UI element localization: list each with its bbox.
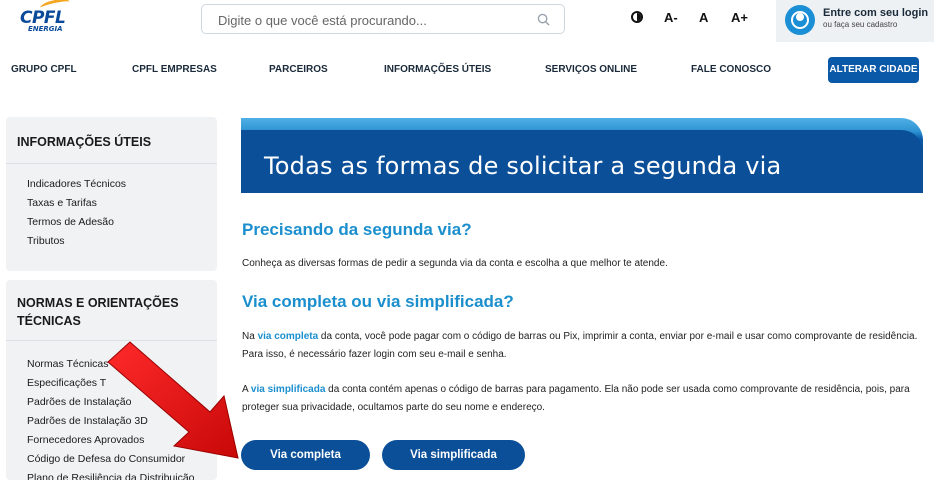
nav-item-servicos-online[interactable]: SERVIÇOS ONLINE — [545, 64, 637, 75]
sidebar-heading-normas-line2: TÉCNICAS — [17, 314, 81, 328]
section-title-via-tipo: Via completa ou via simplificada? — [242, 292, 514, 311]
sidebar-item-indicadores[interactable]: Indicadores Técnicos — [27, 178, 126, 190]
font-increase-button[interactable]: A+ — [731, 10, 748, 28]
login-title: Entre com seu login — [823, 7, 929, 19]
paragraph-via-completa: Na via completa da conta, você pode paga… — [242, 331, 918, 342]
sidebar-item-codigo-defesa[interactable]: Código de Defesa do Consumidor — [27, 453, 185, 465]
nav-item-grupo-cpfl[interactable]: GRUPO CPFL — [11, 64, 77, 75]
search-input[interactable] — [218, 11, 518, 29]
page-title: Todas as formas de solicitar a segunda v… — [264, 152, 782, 180]
sidebar-divider — [6, 163, 217, 164]
via-completa-button[interactable]: Via completa — [241, 440, 370, 470]
page-banner: Todas as formas de solicitar a segunda v… — [241, 118, 923, 193]
sidebar-item-normas-tecnicas[interactable]: Normas Técnicas — [27, 358, 109, 370]
paragraph-via-simplificada: A via simplificada da conta contém apena… — [242, 384, 910, 395]
sidebar-panel-normas: NORMAS E ORIENTAÇÕES TÉCNICAS Normas Téc… — [6, 280, 217, 480]
sidebar-item-padroes-3d[interactable]: Padrões de Instalação 3D — [27, 415, 148, 427]
sidebar-divider — [6, 340, 217, 341]
sidebar-item-termos[interactable]: Termos de Adesão — [27, 216, 114, 228]
font-decrease-button[interactable]: A- — [664, 10, 678, 28]
paragraph-via-completa-line2: Para isso, é necessário fazer login com … — [242, 349, 507, 360]
paragraph-via-simplificada-line2: proteger sua privacidade, ocultamos part… — [242, 402, 545, 413]
link-via-completa[interactable]: via completa — [258, 331, 319, 342]
user-icon — [785, 5, 815, 35]
sidebar-item-tributos[interactable]: Tributos — [27, 235, 65, 247]
sidebar-item-fornecedores[interactable]: Fornecedores Aprovados — [27, 434, 144, 446]
sidebar-heading-normas-line1: NORMAS E ORIENTAÇÕES — [17, 296, 179, 310]
section-title-segunda-via: Precisando da segunda via? — [242, 220, 472, 239]
link-via-simplificada[interactable]: via simplificada — [251, 384, 325, 395]
login-box[interactable]: Entre com seu login ou faça seu cadastro — [776, 0, 934, 42]
change-city-button[interactable]: ALTERAR CIDADE — [828, 57, 919, 83]
nav-item-parceiros[interactable]: PARCEIROS — [269, 64, 328, 75]
nav-item-informacoes-uteis[interactable]: INFORMAÇÕES ÚTEIS — [384, 64, 491, 75]
nav-item-cpfl-empresas[interactable]: CPFL EMPRESAS — [132, 64, 217, 75]
sidebar-panel-info: INFORMAÇÕES ÚTEIS Indicadores Técnicos T… — [6, 117, 217, 271]
search-box[interactable] — [201, 4, 565, 34]
main-nav: GRUPO CPFL CPFL EMPRESAS PARCEIROS INFOR… — [0, 64, 940, 78]
cpfl-logo[interactable]: CPFL ENERGIA — [18, 0, 78, 40]
nav-item-fale-conosco[interactable]: FALE CONOSCO — [691, 64, 771, 75]
search-icon[interactable] — [537, 13, 550, 26]
login-subtitle: ou faça seu cadastro — [823, 20, 898, 29]
sidebar-item-taxas[interactable]: Taxas e Tarifas — [27, 197, 97, 209]
sidebar-item-plano-resiliencia[interactable]: Plano de Resiliência da Distribuição — [27, 472, 195, 480]
via-simplificada-button[interactable]: Via simplificada — [382, 440, 525, 470]
contrast-icon[interactable] — [631, 11, 643, 23]
sidebar-item-padroes-instalacao[interactable]: Padrões de Instalação — [27, 396, 132, 408]
logo-subtext: ENERGIA — [28, 25, 63, 33]
font-normal-button[interactable]: A — [699, 10, 708, 28]
section-intro-text: Conheça as diversas formas de pedir a se… — [242, 258, 668, 269]
sidebar-item-especificacoes[interactable]: Especificações T — [27, 377, 106, 389]
sidebar-heading-info: INFORMAÇÕES ÚTEIS — [17, 135, 152, 149]
